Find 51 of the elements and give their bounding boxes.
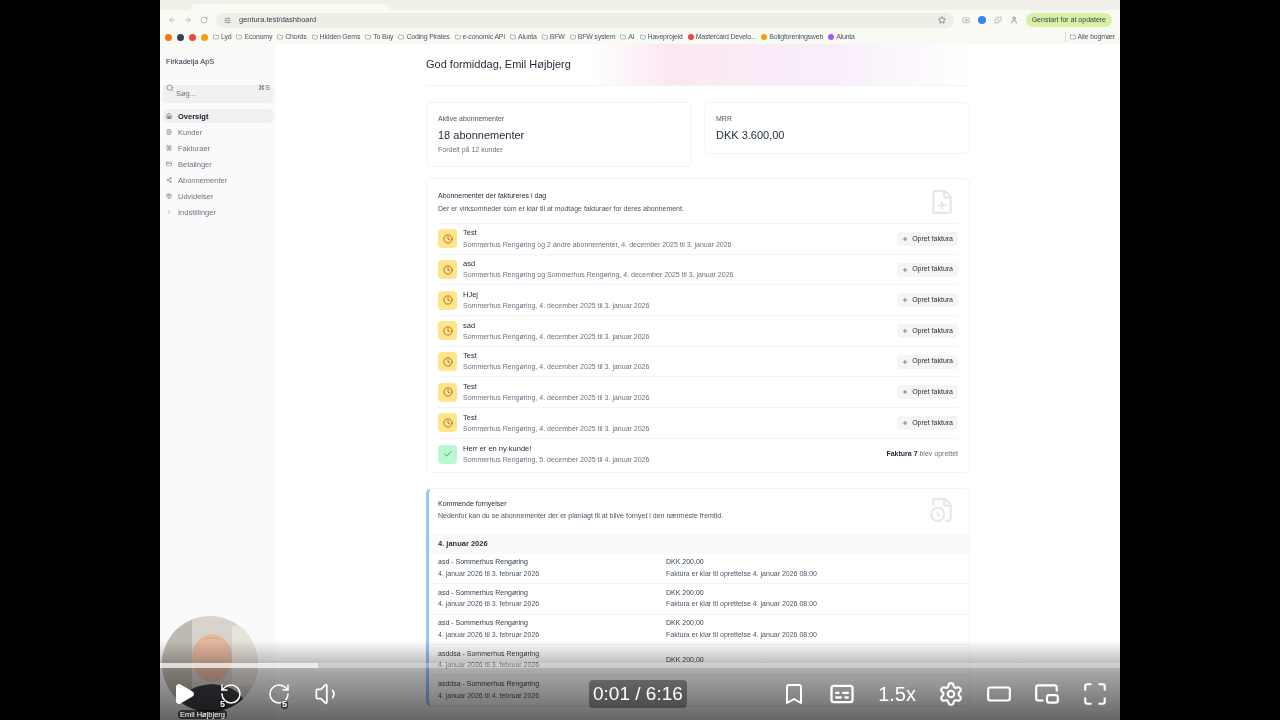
rewind-button[interactable]: 5	[218, 681, 244, 707]
stat-value: DKK 3.600,00	[716, 127, 786, 143]
puzzle-icon[interactable]	[993, 16, 1002, 24]
share-icon	[166, 177, 172, 184]
star-icon[interactable]	[937, 16, 946, 24]
document-icon	[166, 129, 172, 136]
folder-icon	[1069, 34, 1076, 40]
time-display: 0:01 / 6:16	[589, 679, 687, 709]
folder-icon	[541, 34, 548, 40]
progress-track[interactable]	[160, 663, 1120, 668]
forward-icon[interactable]	[184, 16, 192, 24]
fullscreen-icon[interactable]	[1082, 681, 1108, 707]
folder-icon	[365, 34, 372, 40]
card-icon	[166, 161, 172, 168]
favicon-icon[interactable]	[177, 33, 184, 41]
speed-button[interactable]: 1.5x	[878, 679, 916, 709]
home-icon	[166, 113, 172, 120]
settings-icon[interactable]	[938, 681, 964, 707]
profile-icon[interactable]	[1009, 16, 1018, 24]
plus-icon	[902, 358, 909, 365]
miniplayer-icon[interactable]	[1034, 681, 1060, 707]
camera-icon[interactable]	[961, 16, 970, 24]
back-icon[interactable]	[168, 16, 176, 24]
forward-button[interactable]: 5	[266, 681, 292, 707]
reload-icon[interactable]	[200, 16, 208, 24]
chevron-icon	[166, 209, 172, 216]
stat-value: 18 abonnementer	[438, 127, 526, 143]
search-icon	[166, 84, 174, 93]
file-clock-icon	[929, 496, 955, 523]
plus-icon	[902, 327, 909, 334]
plus-icon	[902, 235, 909, 242]
folder-icon	[620, 34, 627, 40]
receipt-icon	[166, 145, 172, 152]
folder-icon	[569, 34, 576, 40]
greeting-title: God formiddag, Emil Højbjerg	[426, 57, 571, 73]
plus-icon	[902, 266, 909, 273]
folder-icon	[454, 34, 461, 40]
folder-icon	[236, 34, 243, 40]
site-settings-icon[interactable]	[224, 16, 231, 24]
folder-icon	[311, 34, 318, 40]
plus-icon	[902, 297, 909, 304]
folder-icon	[398, 34, 405, 40]
folder-icon	[639, 34, 646, 40]
folder-icon	[277, 34, 284, 40]
extension-icon[interactable]	[977, 16, 986, 24]
folder-icon	[213, 34, 219, 40]
file-plus-icon	[929, 189, 955, 215]
plus-icon	[902, 419, 909, 426]
folder-icon	[510, 34, 517, 40]
package-icon	[166, 193, 172, 200]
plus-icon	[902, 389, 909, 396]
